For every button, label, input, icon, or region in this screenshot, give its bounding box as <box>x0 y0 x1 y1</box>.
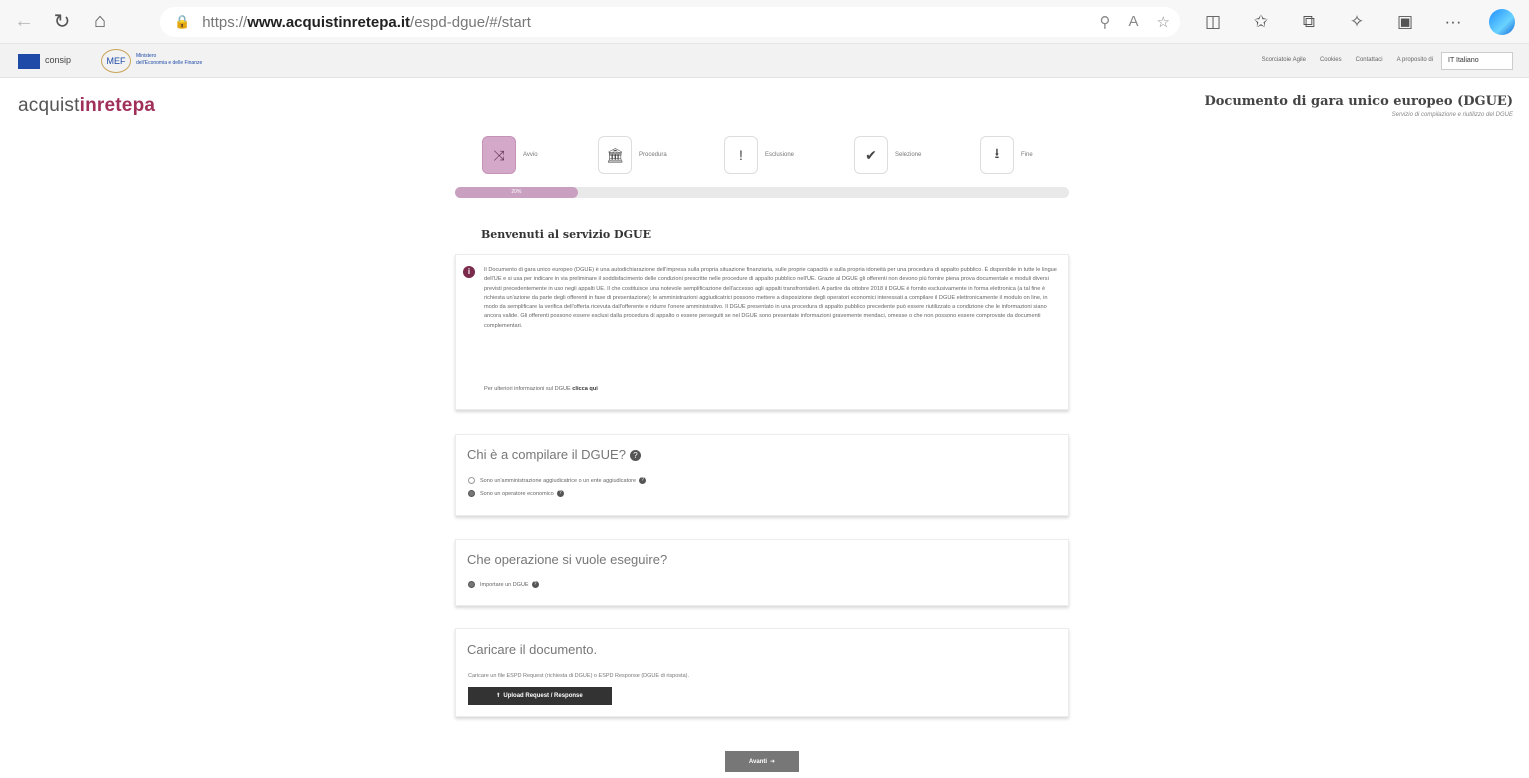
page-title: Documento di gara unico europeo (DGUE) <box>1204 94 1513 109</box>
url-prefix: https:// <box>202 13 248 31</box>
operation-title: Che operazione si vuole eseguire? <box>467 552 668 567</box>
info-icon: i <box>463 266 475 278</box>
link-about[interactable]: A proposito di <box>1397 57 1433 63</box>
read-aloud-icon[interactable]: A <box>1129 13 1139 31</box>
upload-note: Caricare un file ESPD Request (richiesta… <box>468 673 689 679</box>
browser-toolbar: ← ↻ ⌂ 🔒 https:// www.acquistinretepa.it … <box>0 0 1529 44</box>
radio-import-dgue[interactable]: Importare un DGUE? <box>468 581 539 588</box>
lock-icon: 🔒 <box>174 14 191 29</box>
step-selezione[interactable]: ✔ Selezione <box>854 136 921 174</box>
step-esclusione[interactable]: ! Esclusione <box>724 136 794 174</box>
zoom-icon[interactable]: ⚲ <box>1100 13 1111 31</box>
info-panel: i Il Documento di gara unico europeo (DG… <box>455 254 1069 410</box>
help-icon[interactable]: ? <box>629 450 641 461</box>
collections-icon[interactable]: ⧉ <box>1297 10 1321 34</box>
favorite-star-icon[interactable]: ☆ <box>1157 13 1170 31</box>
who-panel: Chi è a compilare il DGUE?? Sono un'ammi… <box>455 434 1069 516</box>
split-screen-icon[interactable]: ◫ <box>1201 10 1225 34</box>
welcome-heading: Benvenuti al servizio DGUE <box>481 228 651 241</box>
url-path: /espd-dgue/#/start <box>410 13 531 31</box>
radio-button[interactable] <box>468 490 475 497</box>
progress-fill: 20% <box>455 187 578 198</box>
link-cookies[interactable]: Cookies <box>1320 57 1342 63</box>
upload-icon: ⭱ <box>497 693 500 699</box>
help-icon[interactable]: ? <box>639 477 647 484</box>
step-avvio[interactable]: ⤨ Avvio <box>482 136 538 174</box>
link-contacts[interactable]: Contattaci <box>1356 57 1383 63</box>
help-icon[interactable]: ? <box>556 490 564 497</box>
radio-contracting-authority[interactable]: Sono un'amministrazione aggiudicatrice o… <box>468 477 647 484</box>
upload-panel: Caricare il documento. Caricare un file … <box>455 628 1069 717</box>
shuffle-icon: ⤨ <box>482 136 516 174</box>
step-procedura[interactable]: 🏛 Procedura <box>598 136 667 174</box>
help-icon[interactable]: ? <box>531 581 539 588</box>
institutional-bar: consip MEF Ministero dell'Economia e del… <box>0 44 1529 78</box>
mef-logo-text: Ministero dell'Economia e delle Finanze <box>136 53 203 66</box>
home-icon[interactable]: ⌂ <box>86 8 114 36</box>
wizard-steps: ⤨ Avvio 🏛 Procedura ! Esclusione ✔ Selez… <box>482 136 1062 176</box>
step-label: Selezione <box>895 152 922 158</box>
acquistinretepa-logo[interactable]: acquistinretepa <box>18 95 155 117</box>
next-button[interactable]: Avanti ➜ <box>725 751 799 772</box>
extensions-icon[interactable]: ✧ <box>1345 10 1369 34</box>
radio-button[interactable] <box>468 477 475 484</box>
upload-title: Caricare il documento. <box>467 642 598 657</box>
favorites-icon[interactable]: ✩ <box>1249 10 1273 34</box>
step-fine[interactable]: ⭳ Fine <box>980 136 1033 174</box>
browser-essentials-icon[interactable]: ▣ <box>1393 10 1417 34</box>
step-label: Esclusione <box>765 152 795 158</box>
radio-button[interactable] <box>468 581 475 588</box>
link-shortcuts[interactable]: Scorciatoie Agile <box>1262 57 1306 63</box>
info-more-link[interactable]: clicca qui <box>572 386 598 392</box>
who-title: Chi è a compilare il DGUE?? <box>467 447 641 462</box>
operation-panel: Che operazione si vuole eseguire? Import… <box>455 539 1069 606</box>
back-arrow-icon[interactable]: ← <box>10 8 38 36</box>
step-label: Avvio <box>523 152 538 158</box>
more-menu-icon[interactable]: ··· <box>1441 10 1465 34</box>
exclamation-icon: ! <box>724 136 758 174</box>
info-text: Il Documento di gara unico europeo (DGUE… <box>484 267 1057 329</box>
address-bar[interactable]: 🔒 https:// www.acquistinretepa.it /espd-… <box>160 7 1180 37</box>
eu-flag-icon <box>18 54 40 69</box>
radio-economic-operator[interactable]: Sono un operatore economico? <box>468 490 564 497</box>
copilot-icon[interactable] <box>1489 9 1515 35</box>
step-label: Fine <box>1021 152 1033 158</box>
page-subtitle: Servizio di compilazione e riutilizzo de… <box>1391 112 1513 118</box>
language-select[interactable]: IT Italiano <box>1441 52 1513 70</box>
check-circle-icon: ✔ <box>854 136 888 174</box>
consip-logo-text[interactable]: consip <box>45 55 71 65</box>
url-host: www.acquistinretepa.it <box>247 13 411 31</box>
top-links: Scorciatoie Agile Cookies Contattaci A p… <box>1262 57 1433 63</box>
info-more: Per ulteriori informazioni sul DGUE clic… <box>484 386 598 392</box>
progress-bar: 20% <box>455 187 1069 198</box>
bank-icon: 🏛 <box>598 136 632 174</box>
mef-logo[interactable]: MEF <box>101 49 131 73</box>
upload-button[interactable]: ⭱ Upload Request / Response <box>468 687 612 705</box>
step-label: Procedura <box>639 152 667 158</box>
download-icon: ⭳ <box>980 136 1014 174</box>
arrow-right-icon: ➜ <box>770 759 776 765</box>
reload-icon[interactable]: ↻ <box>48 8 76 36</box>
